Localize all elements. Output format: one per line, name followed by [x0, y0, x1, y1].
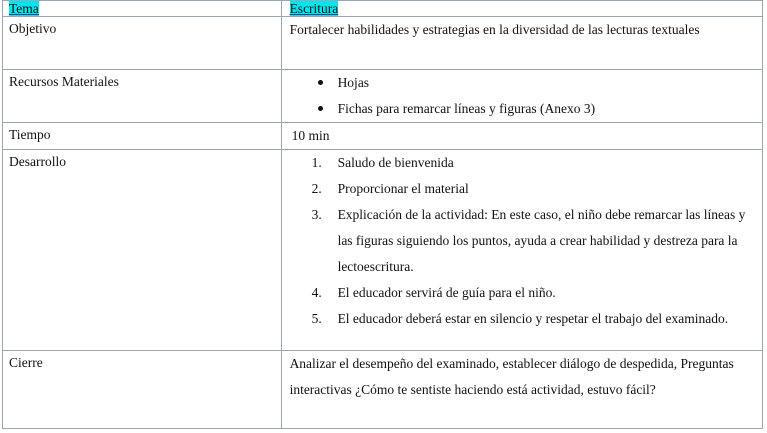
- step-number: 4.: [311, 285, 322, 300]
- step-text: Saludo de bienvenida: [337, 155, 454, 170]
- step-number: 2.: [311, 181, 322, 196]
- list-item: 3. Explicación de la actividad: En este c…: [312, 202, 762, 280]
- list-item: Hojas: [317, 70, 762, 96]
- desarrollo-label: Desarrollo: [2, 149, 282, 351]
- table-row-tiempo: Tiempo 10 min: [2, 122, 764, 150]
- table-row-objetivo: Objetivo Fortalecer habilidades y estrat…: [2, 16, 764, 70]
- recursos-label: Recursos Materiales: [2, 69, 282, 123]
- step-text: El educador deberá estar en silencio y r…: [337, 311, 729, 326]
- list-item-text: Hojas: [337, 75, 370, 90]
- step-number: 1.: [311, 155, 322, 170]
- table-row-desarrollo: Desarrollo 1. Saludo de bienvenida 2. Prop…: [2, 149, 764, 351]
- bullet-icon: [317, 106, 323, 111]
- tiempo-cell: 10 min: [280, 122, 764, 150]
- step-number: 5.: [311, 311, 322, 326]
- tiempo-label: Tiempo: [2, 122, 282, 150]
- objetivo-label: Objetivo: [2, 16, 282, 70]
- table-header-row: Tema Escritura: [2, 0, 764, 17]
- bullet-icon: [317, 80, 323, 85]
- objetivo-text: Fortalecer habilidades y estrategias en …: [280, 16, 764, 70]
- list-item-text: Fichas para remarcar líneas y figuras (A…: [337, 101, 596, 116]
- list-item: 4. El educador servirá de guía para el ni…: [312, 280, 762, 306]
- activity-table: Tema Escritura Objetivo Fortalecer habil…: [2, 0, 764, 429]
- header-escritura-label: Escritura: [289, 1, 339, 16]
- step-number: 3.: [311, 207, 322, 222]
- list-item: 5. El educador deberá estar en silencio y…: [312, 306, 762, 332]
- cierre-label: Cierre: [2, 350, 282, 429]
- step-text: Proporcionar el material: [337, 181, 469, 196]
- recursos-cell: Hojas Fichas para remarcar líneas y figu…: [280, 69, 764, 123]
- header-cell-tema: Tema: [2, 0, 282, 17]
- header-tema-label: Tema: [9, 1, 39, 16]
- desarrollo-steps: 1. Saludo de bienvenida 2. Proporcionar el…: [290, 150, 762, 332]
- document-page: Tema Escritura Objetivo Fortalecer habil…: [0, 0, 767, 433]
- step-text: Explicación de la actividad: En este cas…: [337, 207, 746, 274]
- recursos-list: Hojas Fichas para remarcar líneas y figu…: [290, 70, 762, 122]
- header-cell-escritura: Escritura: [280, 0, 764, 17]
- tiempo-value: 10 min: [291, 128, 330, 143]
- list-item: Fichas para remarcar líneas y figuras (A…: [317, 96, 762, 122]
- desarrollo-cell: 1. Saludo de bienvenida 2. Proporcionar el…: [280, 149, 764, 351]
- step-text: El educador servirá de guía para el niño…: [337, 285, 556, 300]
- cierre-text: Analizar el desempeño del examinado, est…: [280, 350, 764, 429]
- list-item: 2. Proporcionar el material: [312, 176, 762, 202]
- list-item: 1. Saludo de bienvenida: [312, 150, 762, 176]
- table-row-cierre: Cierre Analizar el desempeño del examina…: [2, 350, 764, 429]
- table-row-recursos: Recursos Materiales Hojas Fichas para re…: [2, 69, 764, 123]
